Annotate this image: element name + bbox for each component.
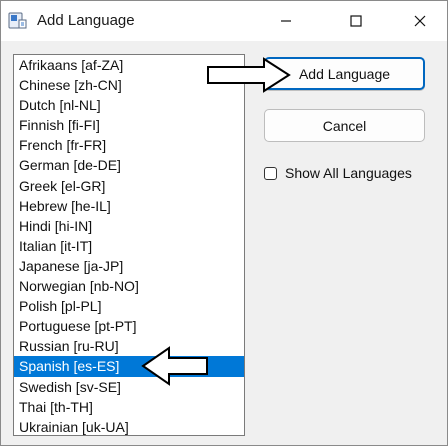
- left-arrow-icon: [141, 346, 208, 386]
- language-list-item[interactable]: Ukrainian [uk-UA]: [14, 417, 244, 435]
- cancel-button[interactable]: Cancel: [264, 109, 425, 142]
- dialog-body: Afrikaans [af-ZA] Chinese [zh-CN] Dutch [n…: [1, 41, 447, 445]
- minimize-icon: [281, 20, 291, 22]
- show-all-languages-checkbox[interactable]: [264, 166, 277, 180]
- language-list-item[interactable]: Thai [th-TH]: [14, 397, 244, 417]
- language-list-item[interactable]: Greek [el-GR]: [14, 176, 244, 196]
- maximize-button[interactable]: [333, 1, 379, 41]
- close-button[interactable]: [397, 1, 443, 41]
- close-icon: [414, 15, 426, 27]
- language-list-item[interactable]: Japanese [ja-JP]: [14, 256, 244, 276]
- show-all-languages-option[interactable]: Show All Languages: [264, 163, 412, 183]
- language-list-item[interactable]: Portuguese [pt-PT]: [14, 316, 244, 336]
- language-list-item[interactable]: Hebrew [he-IL]: [14, 196, 244, 216]
- language-list-item[interactable]: German [de-DE]: [14, 155, 244, 175]
- title-bar[interactable]: Add Language: [1, 1, 447, 41]
- right-arrow-icon: [207, 57, 291, 93]
- language-list-item[interactable]: Finnish [fi-FI]: [14, 115, 244, 135]
- add-language-window: Add Language Afrikaans [af-ZA] Chinese [z…: [0, 0, 448, 446]
- maximize-icon: [350, 15, 362, 27]
- language-list-item[interactable]: Norwegian [nb-NO]: [14, 276, 244, 296]
- show-all-languages-label[interactable]: Show All Languages: [285, 165, 412, 181]
- language-list-item[interactable]: Italian [it-IT]: [14, 236, 244, 256]
- language-list-item[interactable]: Dutch [nl-NL]: [14, 95, 244, 115]
- app-icon: [8, 11, 28, 31]
- window-title: Add Language: [37, 12, 135, 29]
- minimize-button[interactable]: [263, 1, 309, 41]
- language-list-item[interactable]: French [fr-FR]: [14, 135, 244, 155]
- language-list-item[interactable]: Polish [pl-PL]: [14, 296, 244, 316]
- language-list-item[interactable]: Hindi [hi-IN]: [14, 216, 244, 236]
